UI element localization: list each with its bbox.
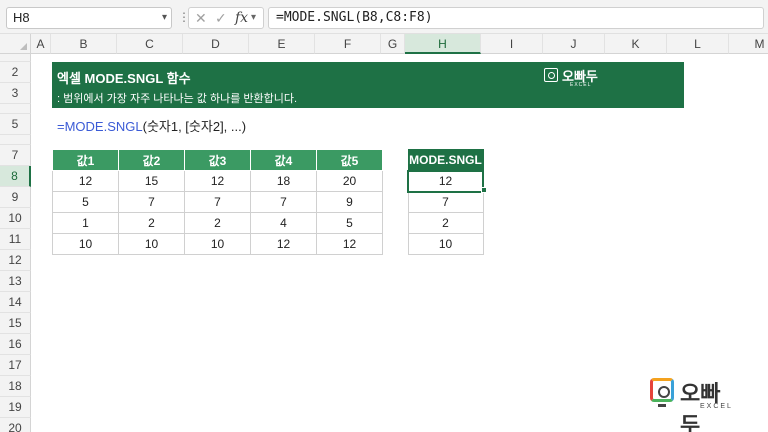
row-header-11[interactable]: 11 (0, 229, 31, 250)
formula-input[interactable]: =MODE.SNGL(B8,C8:F8) (268, 7, 764, 29)
row-header-3[interactable]: 3 (0, 83, 31, 104)
table-row: 7 (407, 191, 484, 213)
watermark-sub: EXCEL (700, 403, 733, 410)
monitor-stand (658, 404, 666, 407)
table-row: 10 10 10 12 12 (52, 233, 383, 255)
table-cell[interactable]: 5 (52, 191, 119, 213)
syntax-prefix: = (57, 119, 65, 134)
table-cell[interactable]: 18 (250, 170, 317, 192)
table-cell[interactable]: 12 (250, 233, 317, 255)
column-header-g[interactable]: G (381, 34, 405, 54)
selected-cell[interactable]: 12 (407, 169, 484, 193)
table-cell[interactable]: 2 (184, 212, 251, 234)
chevron-down-icon[interactable]: ▾ (251, 12, 256, 23)
formula-actions: ✕ ✓ fx ▾ (188, 7, 264, 29)
column-header-j[interactable]: J (543, 34, 605, 54)
row-header-16[interactable]: 16 (0, 334, 31, 355)
select-all-button[interactable] (0, 34, 31, 54)
table-cell[interactable]: 7 (118, 191, 185, 213)
table-cell[interactable]: 7 (407, 191, 484, 213)
column-header-c[interactable]: C (117, 34, 183, 54)
cancel-icon[interactable]: ✕ (195, 10, 207, 27)
row-header-10[interactable]: 10 (0, 208, 31, 229)
table-cell[interactable]: 20 (316, 170, 383, 192)
brand-logo: 오빠두 EXCEL (544, 66, 608, 88)
row-header-6[interactable]: 6 (0, 135, 31, 145)
table-cell[interactable]: 10 (184, 233, 251, 255)
monitor-icon (544, 68, 558, 82)
logo-sub: EXCEL (570, 82, 592, 88)
column-header-i[interactable]: I (481, 34, 543, 54)
syntax-args: (숫자1, [숫자2], ...) (142, 119, 247, 134)
row-header-9[interactable]: 9 (0, 187, 31, 208)
column-header-m[interactable]: M (729, 34, 768, 54)
table-row: 2 (407, 212, 484, 234)
column-header-l[interactable]: L (667, 34, 729, 54)
column-header[interactable]: 값3 (184, 149, 251, 171)
watermark-logo: 오빠두 EXCEL (648, 374, 738, 432)
table-cell[interactable]: 12 (316, 233, 383, 255)
column-header-k[interactable]: K (605, 34, 667, 54)
confirm-icon[interactable]: ✓ (215, 10, 227, 27)
column-header-h[interactable]: H (405, 34, 481, 54)
table-cell[interactable]: 2 (407, 212, 484, 234)
table-cell[interactable]: 10 (118, 233, 185, 255)
page-title: 엑셀 MODE.SNGL 함수 (57, 71, 191, 86)
column-header-e[interactable]: E (249, 34, 315, 54)
chevron-down-icon[interactable]: ▾ (162, 8, 167, 28)
column-header[interactable]: 값4 (250, 149, 317, 171)
data-table: 값1 값2 값3 값4 값5 12 15 12 18 20 5 7 7 7 9 … (52, 149, 383, 255)
row-header-15[interactable]: 15 (0, 313, 31, 334)
table-row: 5 7 7 7 9 (52, 191, 383, 213)
row-header-13[interactable]: 13 (0, 271, 31, 292)
table-cell[interactable]: 2 (118, 212, 185, 234)
page-subtitle: : 범위에서 가장 자주 나타나는 값 하나를 반환합니다. (57, 93, 298, 105)
row-header-1[interactable]: 1 (0, 54, 31, 62)
column-header[interactable]: 값5 (316, 149, 383, 171)
column-header[interactable]: 값2 (118, 149, 185, 171)
table-cell[interactable]: 10 (407, 233, 484, 255)
row-header-7[interactable]: 7 (0, 145, 31, 166)
column-header-a[interactable]: A (31, 34, 51, 54)
column-header-b[interactable]: B (51, 34, 117, 54)
table-row: 10 (407, 233, 484, 255)
monitor-icon (650, 378, 674, 402)
table-cell[interactable]: 1 (52, 212, 119, 234)
row-header-14[interactable]: 14 (0, 292, 31, 313)
name-box[interactable]: H8 ▾ (6, 7, 172, 29)
column-header-f[interactable]: F (315, 34, 381, 54)
row-header-5[interactable]: 5 (0, 114, 31, 135)
column-header[interactable]: 값1 (52, 149, 119, 171)
table-cell[interactable]: 7 (250, 191, 317, 213)
row-header-2[interactable]: 2 (0, 62, 31, 83)
table-cell[interactable]: 7 (184, 191, 251, 213)
row-header-19[interactable]: 19 (0, 397, 31, 418)
table-cell[interactable]: 4 (250, 212, 317, 234)
row-header-17[interactable]: 17 (0, 355, 31, 376)
row-header-8[interactable]: 8 (0, 166, 31, 187)
syntax-function: MODE.SNGL (64, 119, 143, 134)
table-row: 12 (407, 169, 484, 193)
name-box-value: H8 (13, 10, 30, 25)
table-cell[interactable]: 12 (52, 170, 119, 192)
row-header-18[interactable]: 18 (0, 376, 31, 397)
fill-handle[interactable] (481, 187, 487, 193)
row-header-4[interactable]: 4 (0, 104, 31, 114)
result-header[interactable]: MODE.SNGL (407, 149, 484, 171)
column-header-d[interactable]: D (183, 34, 249, 54)
table-row: 12 15 12 18 20 (52, 170, 383, 192)
row-header-20[interactable]: 20 (0, 418, 31, 432)
formula-bar: H8 ▾ ⋮ ✕ ✓ fx ▾ =MODE.SNGL(B8,C8:F8) (0, 0, 768, 34)
insert-function-icon[interactable]: fx (235, 10, 248, 26)
table-cell[interactable]: 5 (316, 212, 383, 234)
table-row: 1 2 2 4 5 (52, 212, 383, 234)
function-syntax: =MODE.SNGL(숫자1, [숫자2], ...) (57, 116, 246, 135)
row-header-12[interactable]: 12 (0, 250, 31, 271)
table-cell[interactable]: 12 (184, 170, 251, 192)
table-cell[interactable]: 10 (52, 233, 119, 255)
result-table: MODE.SNGL 12 7 2 10 (407, 149, 484, 255)
table-cell[interactable]: 15 (118, 170, 185, 192)
table-cell[interactable]: 9 (316, 191, 383, 213)
